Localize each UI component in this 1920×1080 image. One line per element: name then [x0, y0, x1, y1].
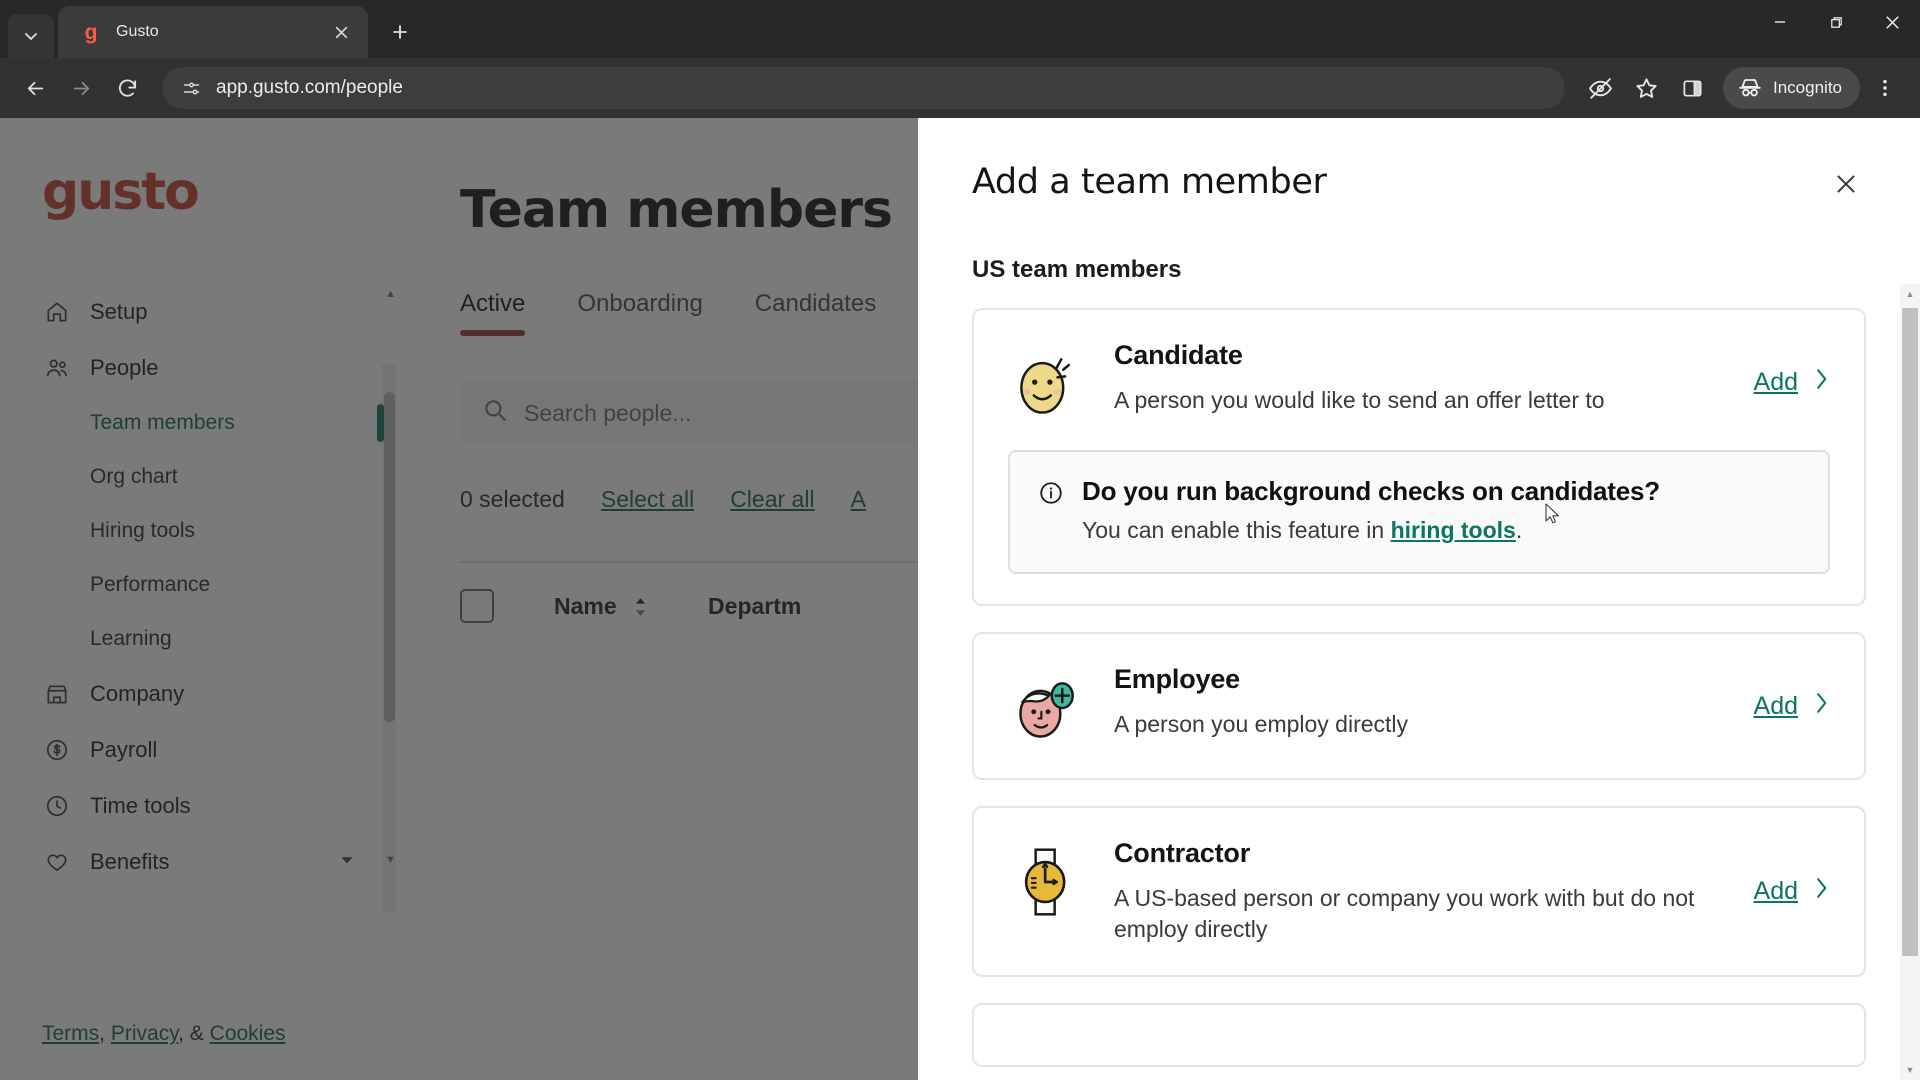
side-panel-icon[interactable] — [1671, 67, 1713, 109]
card-description: A US-based person or company you work wi… — [1114, 885, 1695, 943]
scroll-up-arrow-icon[interactable]: ▲ — [1900, 284, 1920, 304]
notice-title: Do you run background checks on candidat… — [1082, 476, 1660, 506]
incognito-hat-icon — [1739, 79, 1761, 97]
maximize-button[interactable] — [1808, 0, 1864, 44]
add-employee-button[interactable]: Add — [1754, 691, 1830, 722]
three-dot-menu-icon[interactable] — [1864, 67, 1906, 109]
tab-title: Gusto — [116, 23, 159, 40]
chevron-right-icon — [1814, 876, 1830, 907]
hiring-tools-link[interactable]: hiring tools — [1391, 517, 1516, 543]
card-title: Employee — [1114, 664, 1240, 694]
forward-arrow-icon[interactable] — [60, 67, 102, 109]
chevron-right-icon — [1814, 691, 1830, 722]
modal-header: Add a team member — [918, 118, 1920, 204]
new-tab-button[interactable] — [380, 12, 420, 52]
chevron-right-icon — [1814, 367, 1830, 398]
section-label: US team members — [972, 256, 1182, 283]
add-contractor-button[interactable]: Add — [1754, 876, 1830, 907]
window-controls — [1752, 0, 1920, 44]
modal-scrollbar[interactable]: ▲ ▼ — [1900, 284, 1920, 1080]
modal-scrollbar-thumb[interactable] — [1902, 308, 1918, 956]
add-candidate-button[interactable]: Add — [1754, 367, 1830, 398]
tab-close-button[interactable] — [326, 17, 356, 47]
notice-text-after: . — [1515, 517, 1523, 543]
card-contractor[interactable]: Contractor A US-based person or company … — [972, 806, 1866, 978]
star-icon[interactable] — [1625, 67, 1667, 109]
site-settings-icon[interactable] — [178, 75, 204, 101]
browser-window: g Gusto app.gusto.com/people Incognito A… — [0, 0, 1920, 1080]
card-title: Candidate — [1114, 340, 1243, 370]
notice-text-before: You can enable this feature in — [1082, 517, 1391, 543]
eye-slash-icon[interactable] — [1579, 67, 1621, 109]
reload-icon[interactable] — [106, 67, 148, 109]
modal-title: Add a team member — [972, 162, 1327, 202]
background-check-notice: Do you run background checks on candidat… — [1008, 450, 1830, 574]
smiley-face-icon — [1008, 344, 1088, 424]
close-icon[interactable] — [1826, 164, 1866, 204]
add-label: Add — [1753, 877, 1798, 906]
info-icon — [1038, 480, 1064, 511]
add-team-member-modal: Add a team member US team members Candid… — [918, 118, 1920, 1080]
browser-tab-gusto[interactable]: g Gusto — [58, 6, 368, 58]
url-text: app.gusto.com/people — [216, 77, 403, 98]
address-bar[interactable]: app.gusto.com/people — [162, 67, 1565, 109]
incognito-indicator[interactable]: Incognito — [1723, 67, 1860, 109]
close-button[interactable] — [1864, 0, 1920, 44]
card-employee[interactable]: Employee A person you employ directly Ad… — [972, 632, 1866, 780]
card-description: A person you would like to send an offer… — [1114, 387, 1605, 413]
scroll-down-arrow-icon[interactable]: ▼ — [1900, 1060, 1920, 1080]
add-label: Add — [1753, 691, 1798, 720]
card-title: Contractor — [1114, 838, 1251, 868]
watch-icon — [1008, 842, 1088, 922]
notice-body: You can enable this feature in hiring to… — [1082, 517, 1660, 544]
tab-strip: g Gusto — [0, 0, 1920, 58]
minimize-button[interactable] — [1752, 0, 1808, 44]
back-arrow-icon[interactable] — [14, 67, 56, 109]
card-candidate[interactable]: Candidate A person you would like to sen… — [972, 308, 1866, 606]
gusto-g-icon: g — [84, 20, 98, 44]
card-partial-next[interactable] — [972, 1003, 1866, 1068]
add-label: Add — [1753, 367, 1798, 396]
page-viewport: gusto ▲ ▼ Setup — [0, 118, 1920, 1080]
tab-search-button[interactable] — [8, 14, 54, 58]
person-plus-icon — [1008, 668, 1088, 748]
browser-toolbar: app.gusto.com/people Incognito — [0, 58, 1920, 118]
modal-body: Candidate A person you would like to sen… — [918, 284, 1920, 1080]
incognito-label: Incognito — [1773, 78, 1842, 97]
card-description: A person you employ directly — [1114, 711, 1409, 737]
